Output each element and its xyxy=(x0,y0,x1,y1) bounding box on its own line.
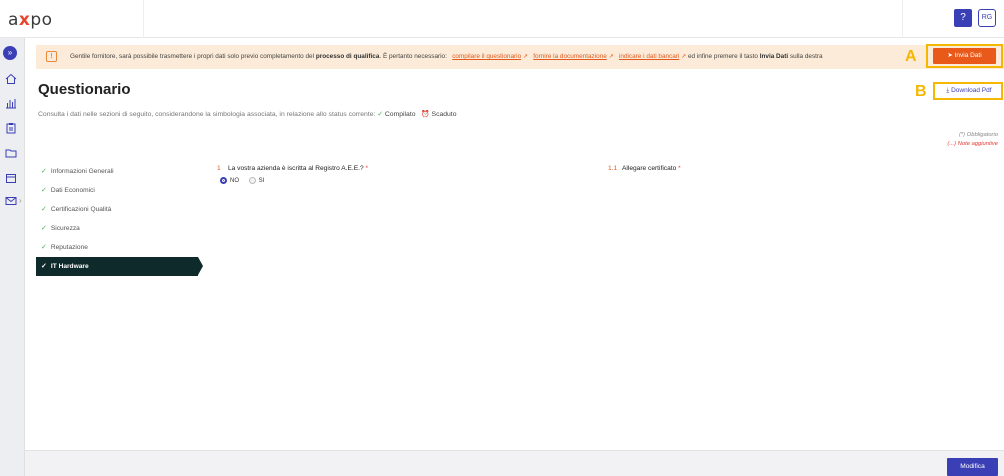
annotation-label-a: A xyxy=(905,48,917,65)
top-bar: axpo ? RG xyxy=(0,0,1004,38)
axpo-logo[interactable]: axpo xyxy=(8,10,53,30)
mail-icon[interactable] xyxy=(4,194,18,208)
clipboard-icon[interactable] xyxy=(4,121,18,135)
radio-group-aee: NO SI xyxy=(220,177,272,184)
section-certificazioni-qualita[interactable]: ✓ Certificazioni Qualità xyxy=(36,200,198,219)
section-it-hardware[interactable]: ✓ IT Hardware xyxy=(36,257,203,276)
page-title: Questionario xyxy=(38,81,131,98)
check-icon: ✓ xyxy=(377,111,383,118)
link-bank-details[interactable]: indicare i dati bancari xyxy=(619,53,679,60)
sections-nav: ✓ Informazioni Generali ✓ Dati Economici ✓… xyxy=(36,162,203,276)
sidebar: » xyxy=(0,38,25,476)
alarm-clock-icon: ⏰ xyxy=(421,111,430,118)
edit-button[interactable]: Modifica xyxy=(947,458,998,476)
section-reputazione[interactable]: ✓ Reputazione xyxy=(36,238,198,257)
home-icon[interactable] xyxy=(4,72,18,86)
help-button[interactable]: ? xyxy=(954,9,972,27)
external-link-icon: ↗ xyxy=(522,54,528,60)
qualification-banner: ! Gentile fornitore, sarà possibile tras… xyxy=(36,45,1004,69)
annotation-label-b: B xyxy=(915,83,927,100)
check-icon: ✓ xyxy=(41,263,47,270)
radio-no[interactable] xyxy=(220,177,227,184)
footer-bar xyxy=(25,450,1004,476)
download-pdf-button[interactable]: ⤓ Download Pdf xyxy=(937,84,1001,98)
external-link-icon: ↗ xyxy=(608,54,614,60)
link-compile-questionnaire[interactable]: compilare il questionario xyxy=(452,53,521,60)
question-number: 1 xyxy=(217,165,221,172)
section-dati-economici[interactable]: ✓ Dati Economici xyxy=(36,181,198,200)
question-text: Allegare certificato * xyxy=(622,165,681,172)
check-icon: ✓ xyxy=(41,168,47,175)
banner-message: Gentile fornitore, sarà possibile trasme… xyxy=(70,53,823,60)
section-informazioni-generali[interactable]: ✓ Informazioni Generali xyxy=(36,162,198,181)
divider xyxy=(143,0,144,38)
folder-icon[interactable] xyxy=(4,146,18,160)
calendar-icon[interactable] xyxy=(4,171,18,185)
external-link-icon: ↗ xyxy=(681,54,687,60)
send-icon: ➤ xyxy=(947,52,953,59)
legend: (*) Obbligatorio (...) Note aggiuntive xyxy=(947,132,998,147)
link-provide-documentation[interactable]: fornire la documentazione xyxy=(533,53,607,60)
section-sicurezza[interactable]: ✓ Sicurezza xyxy=(36,219,198,238)
question-text: La vostra azienda è iscritta al Registro… xyxy=(228,165,369,172)
user-avatar[interactable]: RG xyxy=(978,9,996,27)
question-number: 1.1 xyxy=(608,165,618,172)
warning-icon: ! xyxy=(46,51,57,62)
radio-si[interactable] xyxy=(248,177,256,184)
submit-data-button[interactable]: ➤ Invia Dati xyxy=(933,48,996,64)
check-icon: ✓ xyxy=(41,187,47,194)
check-icon: ✓ xyxy=(41,206,47,213)
check-icon: ✓ xyxy=(41,244,47,251)
divider xyxy=(902,0,903,38)
page-subtitle: Consulta i dati nelle sezioni di seguito… xyxy=(38,111,457,118)
expand-sidebar-icon[interactable]: » xyxy=(3,46,17,60)
check-icon: ✓ xyxy=(41,225,47,232)
chevron-right-icon[interactable]: › xyxy=(19,196,22,205)
download-icon: ⤓ xyxy=(946,87,950,94)
chart-icon[interactable] xyxy=(4,96,18,110)
